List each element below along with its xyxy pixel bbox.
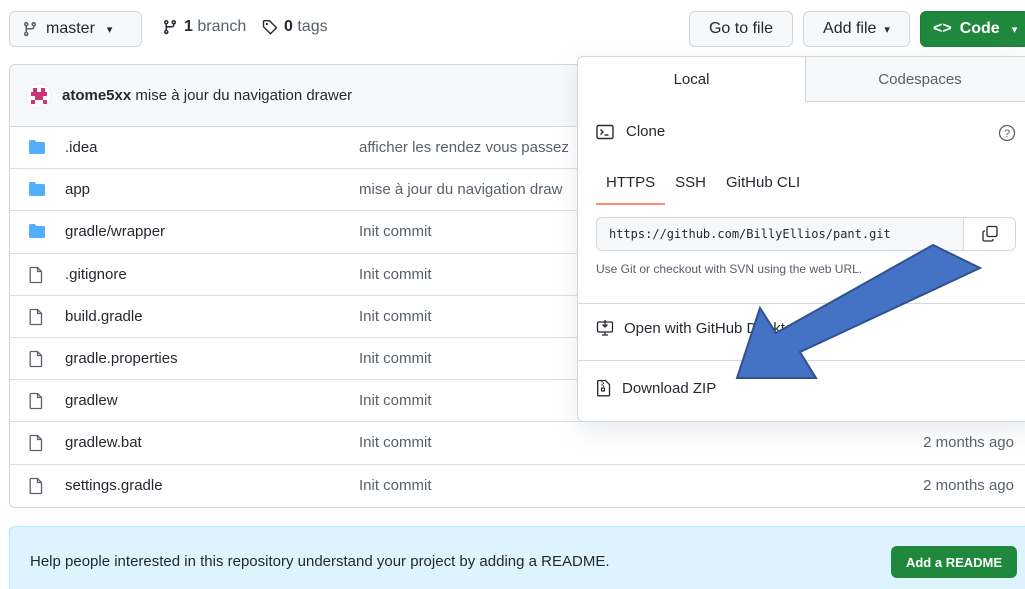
file-icon [28,266,46,283]
clone-url-field[interactable]: https://github.com/BillyEllios/pant.git [596,217,1016,251]
divider [578,360,1025,361]
tab-codespaces[interactable]: Codespaces [806,57,1025,101]
file-commit-message[interactable]: mise à jour du navigation draw [359,181,562,198]
file-commit-message[interactable]: Init commit [359,434,432,451]
file-name[interactable]: gradlew [65,392,118,409]
add-file-label: Add file [823,20,877,37]
clone-title: Clone [626,123,666,140]
terminal-icon [596,124,614,139]
file-name[interactable]: gradle.properties [65,350,178,367]
file-name[interactable]: app [65,181,90,198]
file-name[interactable]: .idea [65,139,98,156]
file-icon [28,434,46,452]
git-branch-icon [24,21,36,37]
protocol-tabs: HTTPS SSH GitHub CLI [596,174,810,205]
branches-link[interactable]: 1 branch [162,18,246,36]
go-to-file-label: Go to file [708,20,774,37]
tab-github-cli[interactable]: GitHub CLI [716,174,810,205]
code-brackets-icon: <> [933,20,952,37]
file-zip-icon [597,379,611,397]
add-file-button[interactable]: Add file ▾ [803,11,910,47]
file-row[interactable]: gradlew.bat Init commit 2 months ago [10,422,1025,465]
file-commit-message[interactable]: Init commit [359,308,432,325]
clone-header: Clone [596,123,665,140]
file-icon [28,308,46,325]
code-button[interactable]: <> Code ▾ [920,11,1025,47]
file-name[interactable]: gradle/wrapper [65,223,165,240]
code-label: Code [959,20,1000,37]
copy-url-button[interactable] [963,218,1015,250]
commit-author[interactable]: atome5xx [62,87,131,104]
go-to-file-button[interactable]: Go to file [689,11,793,47]
git-branch-icon [164,19,176,35]
branch-word: branch [197,18,247,35]
desktop-download-icon [596,320,614,336]
tag-word: tags [297,18,328,35]
clone-url-text[interactable]: https://github.com/BillyEllios/pant.git [597,218,963,250]
file-commit-message[interactable]: Init commit [359,477,432,494]
file-commit-message[interactable]: Init commit [359,223,432,240]
file-name[interactable]: gradlew.bat [65,434,142,451]
svg-text:?: ? [1004,128,1010,140]
file-row[interactable]: settings.gradle Init commit 2 months ago [10,465,1025,507]
tag-count: 0 [284,18,293,35]
tags-link[interactable]: 0 tags [262,18,328,36]
file-name[interactable]: .gitignore [65,266,127,283]
clone-url-hint: Use Git or checkout with SVN using the w… [596,262,863,276]
chevron-down-icon: ▾ [884,23,890,36]
add-readme-button[interactable]: Add a README [891,546,1017,578]
file-commit-message[interactable]: Init commit [359,392,432,409]
tab-https[interactable]: HTTPS [596,174,666,205]
file-name[interactable]: build.gradle [65,308,143,325]
file-name[interactable]: settings.gradle [65,477,163,494]
folder-icon [28,181,46,197]
tab-ssh[interactable]: SSH [665,174,716,205]
branch-count: 1 [184,18,193,35]
branch-select-button[interactable]: master ▾ [9,11,142,47]
folder-icon [28,223,46,239]
chevron-down-icon: ▾ [106,23,113,36]
folder-icon [28,139,46,155]
tag-icon [262,20,278,35]
chevron-down-icon: ▾ [1011,23,1018,36]
code-dropdown: Local Codespaces Clone ? HTTPS SSH GitHu… [577,56,1025,422]
readme-banner: Help people interested in this repositor… [9,526,1025,589]
download-zip-item[interactable]: Download ZIP [596,379,716,397]
open-desktop-label: Open with GitHub Desktop [624,319,802,337]
file-icon [28,392,46,410]
commit-message[interactable]: mise à jour du navigation drawer [135,87,352,104]
open-with-desktop-item[interactable]: Open with GitHub Desktop [596,319,802,337]
file-icon [28,350,46,368]
file-commit-message[interactable]: Init commit [359,266,432,283]
copy-icon [981,225,998,242]
tab-local[interactable]: Local [578,57,806,102]
divider [578,303,1025,304]
readme-prompt-text: Help people interested in this repositor… [30,553,610,570]
file-commit-age: 2 months ago [923,477,1014,495]
file-commit-age: 2 months ago [923,434,1014,452]
question-circle-icon[interactable]: ? [998,124,1016,142]
download-zip-label: Download ZIP [622,379,717,397]
file-commit-message[interactable]: Init commit [359,350,432,367]
identicon-icon [31,87,47,104]
file-icon [28,477,46,494]
file-commit-message[interactable]: afficher les rendez vous passez [359,139,569,156]
avatar[interactable] [26,82,52,109]
branch-name: master [46,20,95,37]
